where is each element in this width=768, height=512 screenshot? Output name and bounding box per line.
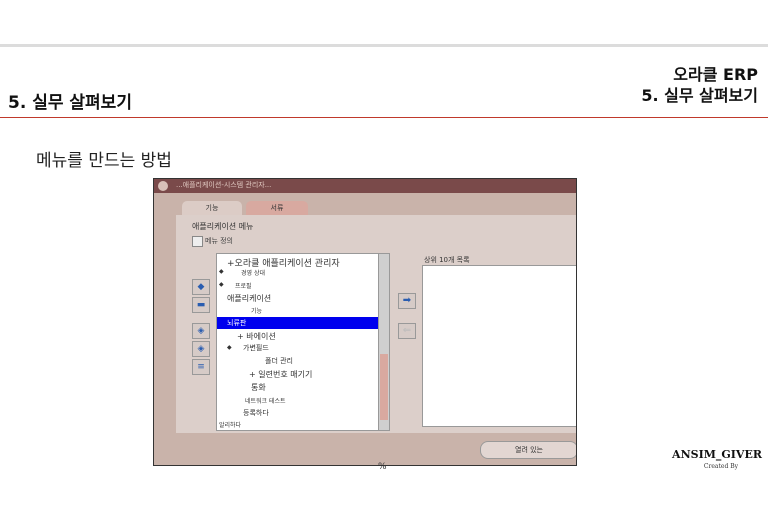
app-menu-label: 애플리케이션 메뉴 [192, 222, 254, 231]
collapse-all-button[interactable]: ≡ [192, 359, 210, 375]
footer-mark: % [378, 462, 387, 472]
embedded-screenshot: ...애플리케이션-시스템 관리자... 기능 서류 애플리케이션 메뉴 메뉴 … [153, 178, 577, 466]
credit-name: ANSIM_GIVER [672, 448, 762, 461]
credit-created: Created By [703, 463, 738, 470]
selected-label: 뇌류판 [227, 319, 247, 327]
bullet-icon: ◆ [227, 344, 232, 351]
tree-item[interactable]: + 일련번호 매기기 [249, 369, 312, 380]
tab-documents[interactable]: 서류 [246, 201, 308, 215]
tree-item[interactable]: 기능 [251, 306, 262, 315]
top-list-box[interactable] [422, 265, 576, 427]
brand-section: 5. 실무 살펴보기 [641, 86, 758, 105]
tree-item[interactable]: 프로필 [235, 281, 252, 290]
section-subtitle: 메뉴를 만드는 방법 [36, 151, 172, 171]
expand-button[interactable]: ◆ [192, 279, 210, 295]
tree-item[interactable]: 경영 상대 [241, 268, 265, 277]
slide-title: 5. 실무 살펴보기 [8, 93, 132, 113]
selected-tree-item[interactable]: 뇌류판 [217, 317, 379, 329]
tree-item[interactable]: 알리하다 [219, 420, 241, 429]
window-titlebar: ...애플리케이션-시스템 관리자... [154, 179, 576, 193]
open-button[interactable]: 열려 있는 [480, 441, 576, 459]
top-divider [0, 44, 768, 47]
tab-function[interactable]: 기능 [182, 201, 242, 215]
collapse-button[interactable]: ▬ [192, 297, 210, 313]
header-rule [0, 117, 768, 118]
menu-tree[interactable]: +오라클 애플리케이션 관리자 ◆ 경영 상대 ◆ 프로필 애플리케이션 기능 … [216, 253, 380, 431]
move-right-button[interactable]: ➡ [398, 293, 416, 309]
bullet-icon: ◆ [219, 268, 224, 275]
tree-item[interactable]: 폴더 관리 [265, 356, 293, 366]
tree-item[interactable]: 가변필드 [243, 343, 269, 353]
move-left-button[interactable]: ⇐ [398, 323, 416, 339]
tree-item[interactable]: + 바에이션 [237, 331, 276, 342]
brand-block: 오라클 ERP 5. 실무 살펴보기 [641, 64, 758, 106]
brand-name: 오라클 ERP [673, 65, 758, 84]
menu-define-label: 메뉴 정의 [205, 237, 233, 245]
tree-item[interactable]: 통화 [251, 382, 266, 393]
tree-item[interactable]: 애플리케이션 [227, 293, 271, 304]
tree-item[interactable]: 네트워크 테스트 [245, 396, 286, 405]
tree-item[interactable]: 등록하다 [243, 408, 269, 418]
expand-all-button[interactable]: ◈ [192, 341, 210, 357]
tree-scrollbar[interactable] [378, 253, 390, 431]
window-title: ...애플리케이션-시스템 관리자... [176, 181, 272, 189]
expand-branch-button[interactable]: ◈ [192, 323, 210, 339]
top-list-label: 상위 10개 목록 [424, 256, 470, 264]
bullet-icon: ◆ [219, 281, 224, 288]
scroll-thumb[interactable] [380, 354, 388, 420]
app-logo-icon [158, 181, 168, 191]
menu-define-checkbox[interactable] [192, 236, 203, 247]
